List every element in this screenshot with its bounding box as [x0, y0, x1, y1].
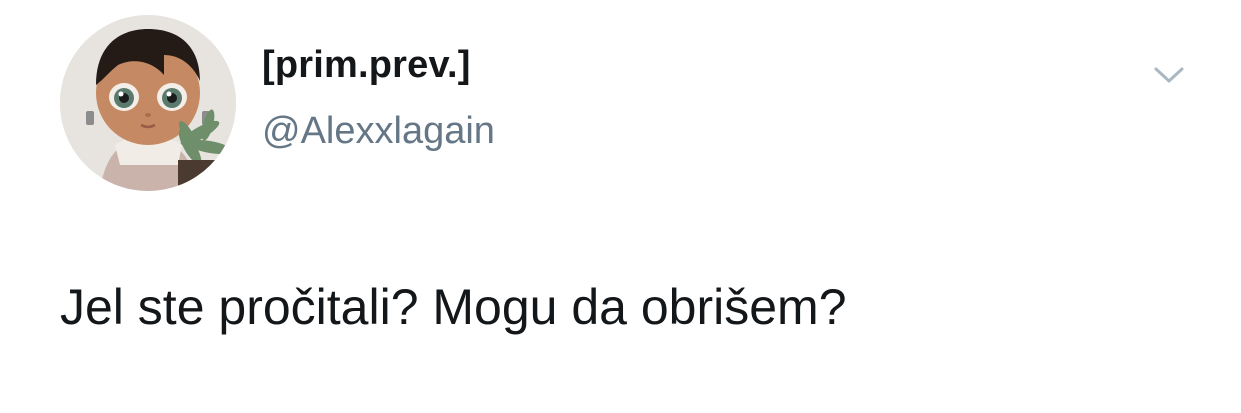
- user-handle[interactable]: @Alexxlagain: [262, 110, 495, 153]
- display-name[interactable]: [prim.prev.]: [262, 44, 471, 87]
- tweet-text: Jel ste pročitali? Mogu da obrišem?: [60, 279, 847, 335]
- tweet-card: [prim.prev.] @Alexxlagain Jel ste pročit…: [0, 0, 1241, 413]
- avatar-image: [60, 15, 236, 191]
- avatar[interactable]: [60, 15, 236, 191]
- chevron-down-icon[interactable]: [1150, 62, 1188, 88]
